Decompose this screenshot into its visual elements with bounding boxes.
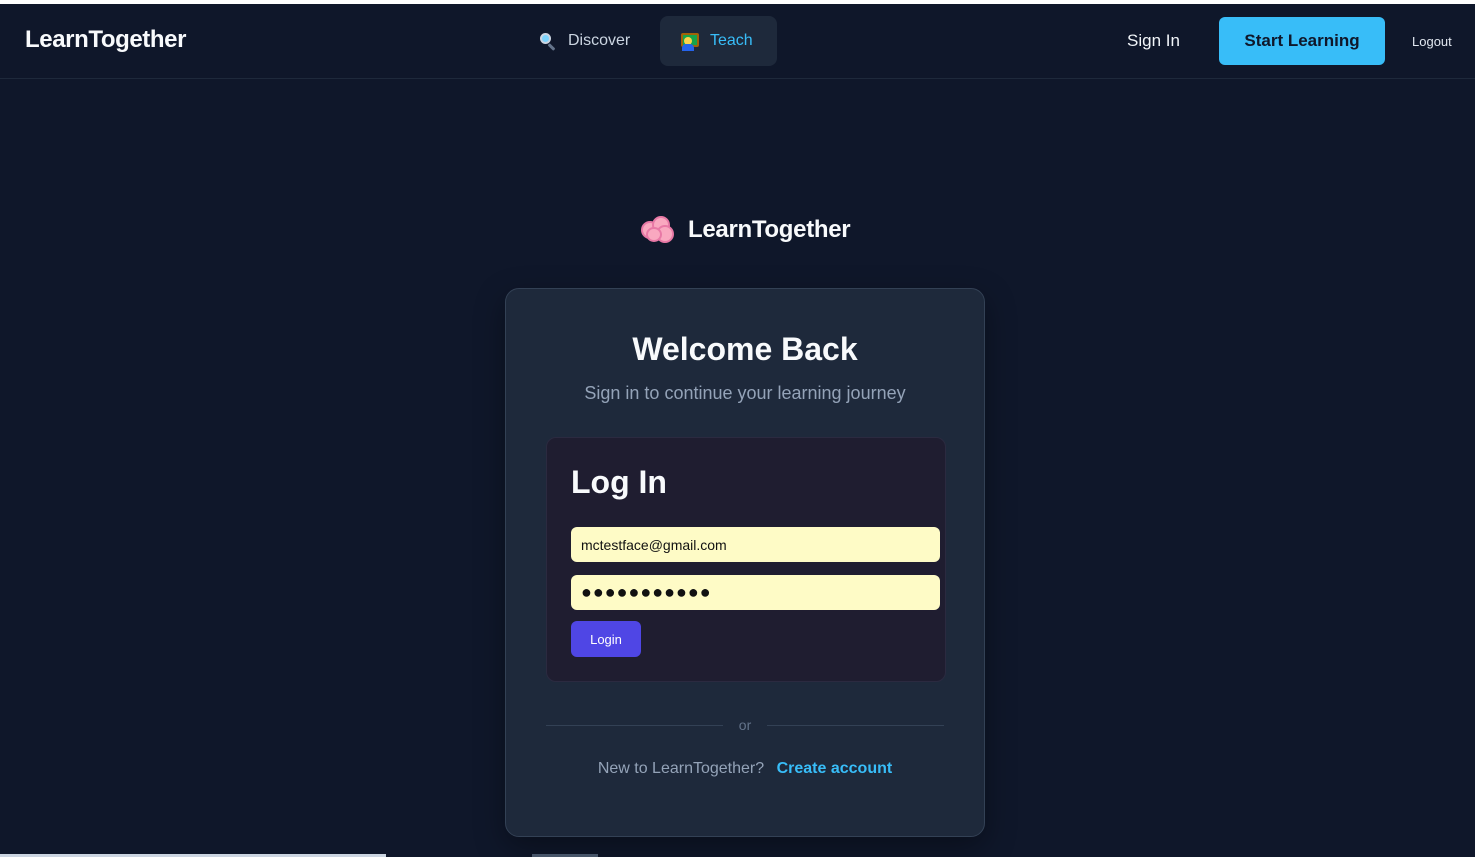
auth-logo: LearnTogether xyxy=(640,215,851,245)
brand-logo-link[interactable]: LearnTogether xyxy=(25,26,186,54)
nav-discover-label: Discover xyxy=(568,32,631,49)
logout-link[interactable]: Logout xyxy=(1412,34,1452,49)
signup-row: New to LearnTogether? Create account xyxy=(506,760,984,778)
magnifying-glass-icon xyxy=(538,31,558,51)
divider-text: or xyxy=(738,717,752,733)
login-heading: Log In xyxy=(571,464,667,500)
teacher-icon xyxy=(680,31,700,51)
nav-teach-label: Teach xyxy=(710,32,753,49)
start-learning-button[interactable]: Start Learning xyxy=(1219,17,1385,65)
card-subtitle: Sign in to continue your learning journe… xyxy=(584,383,906,403)
email-field[interactable] xyxy=(571,527,940,562)
sign-in-card: Welcome Back Sign in to continue your le… xyxy=(505,288,985,837)
auth-logo-text: LearnTogether xyxy=(688,216,851,243)
card-title: Welcome Back xyxy=(632,331,858,367)
password-field[interactable] xyxy=(571,575,940,610)
divider-line-left xyxy=(546,724,723,726)
login-button[interactable]: Login xyxy=(571,621,641,657)
create-account-link[interactable]: Create account xyxy=(777,760,893,777)
signup-prompt: New to LearnTogether? xyxy=(597,760,765,777)
nav-discover-link[interactable]: Discover xyxy=(518,16,650,66)
top-navbar: LearnTogether Discover Teach Sign In Sta… xyxy=(0,4,1475,79)
or-divider: or xyxy=(546,715,945,735)
nav-teach-link[interactable]: Teach xyxy=(660,16,777,66)
login-form: Log In Login xyxy=(546,437,946,682)
brain-icon xyxy=(640,215,676,245)
sign-in-link[interactable]: Sign In xyxy=(1127,31,1180,51)
divider-line-right xyxy=(767,724,945,726)
page: LearnTogether Discover Teach Sign In Sta… xyxy=(0,0,1477,857)
